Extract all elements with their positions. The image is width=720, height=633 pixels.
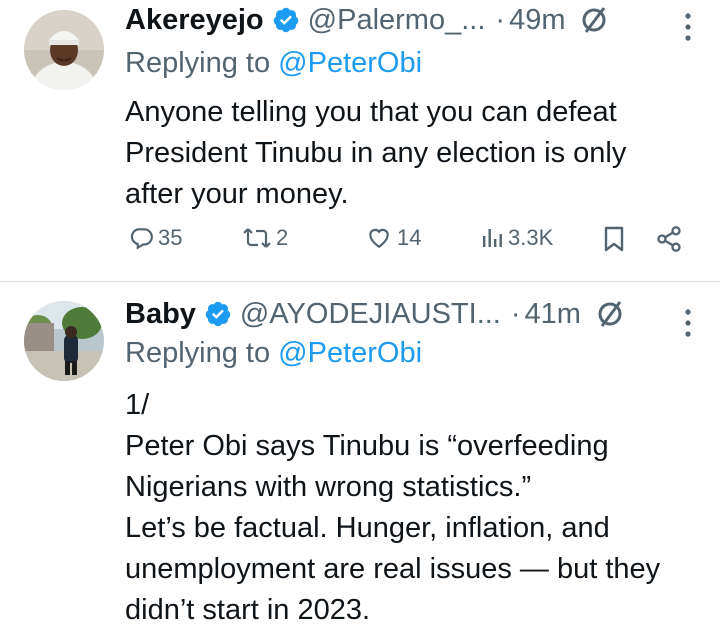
author-name[interactable]: Akereyejo — [125, 4, 264, 37]
tweet-header: Baby @AYODEJIAUSTI... · 41m — [125, 294, 720, 334]
separator-dot: · — [495, 3, 506, 36]
grok-icon[interactable] — [579, 5, 609, 35]
tweet-text-line: Peter Obi says Tinubu is “overfeeding — [125, 430, 609, 462]
tweet-text-line: 1/ — [125, 389, 150, 421]
tweet-text-line: Nigerians with wrong statistics.” — [125, 471, 532, 503]
timestamp[interactable]: 41m — [525, 298, 581, 331]
share-icon — [657, 226, 681, 252]
repost-icon — [243, 228, 271, 248]
replying-to: Replying to @PeterObi — [125, 47, 422, 80]
repost-count: 2 — [276, 225, 289, 250]
tweet-text: Anyone telling you that you can defeat P… — [125, 92, 705, 215]
views-button[interactable]: 3.3K — [480, 225, 553, 251]
tweet-baby[interactable]: Baby @AYODEJIAUSTI... · 41m Replying to … — [0, 282, 720, 633]
tweet-text-line: after your money. — [125, 178, 349, 210]
avatar[interactable] — [24, 301, 104, 381]
timestamp[interactable]: 49m — [509, 4, 565, 37]
views-count: 3.3K — [508, 225, 554, 250]
tweet-text-line: Anyone telling you that you can defeat — [125, 96, 617, 128]
like-count: 14 — [397, 225, 422, 250]
mention-link[interactable]: @PeterObi — [278, 337, 422, 369]
views-icon — [483, 229, 502, 247]
man-in-white-cap-avatar — [24, 10, 104, 90]
action-bar: 35 2 14 3.3K — [125, 225, 720, 265]
more-icon[interactable] — [684, 308, 692, 338]
avatar[interactable] — [24, 10, 104, 90]
author-name[interactable]: Baby — [125, 298, 196, 331]
more-icon[interactable] — [684, 12, 692, 42]
grok-icon[interactable] — [595, 299, 625, 329]
bookmark-button[interactable] — [602, 225, 626, 253]
mention-link[interactable]: @PeterObi — [278, 47, 422, 79]
tweet-text-line: President Tinubu in any election is only — [125, 137, 627, 169]
person-in-park-avatar — [24, 301, 104, 381]
tweet-text-line: unemployment are real issues — but they — [125, 553, 661, 585]
share-button[interactable] — [655, 225, 683, 253]
repost-button[interactable]: 2 — [242, 225, 288, 251]
like-button[interactable]: 14 — [365, 225, 421, 251]
verified-badge-icon — [272, 6, 300, 34]
replying-label: Replying to — [125, 337, 271, 369]
tweet-text-line: didn’t start in 2023. — [125, 594, 371, 626]
tweet-akereyejo[interactable]: Akereyejo @Palermo_... · 49m Replying to… — [0, 0, 720, 282]
like-icon — [369, 228, 389, 248]
verified-badge-icon — [204, 300, 232, 328]
replying-label: Replying to — [125, 47, 271, 79]
author-handle[interactable]: @Palermo_... — [308, 4, 486, 37]
tweet-header: Akereyejo @Palermo_... · 49m — [125, 0, 720, 40]
tweet-text: 1/ Peter Obi says Tinubu is “overfeeding… — [125, 385, 705, 631]
replying-to: Replying to @PeterObi — [125, 337, 422, 370]
separator-dot: · — [510, 297, 521, 330]
bookmark-icon — [604, 226, 624, 252]
reply-icon — [130, 228, 153, 250]
reply-button[interactable]: 35 — [128, 225, 182, 251]
author-handle[interactable]: @AYODEJIAUSTI... — [240, 298, 501, 331]
reply-count: 35 — [158, 225, 183, 250]
tweet-text-line: Let’s be factual. Hunger, inflation, and — [125, 512, 610, 544]
